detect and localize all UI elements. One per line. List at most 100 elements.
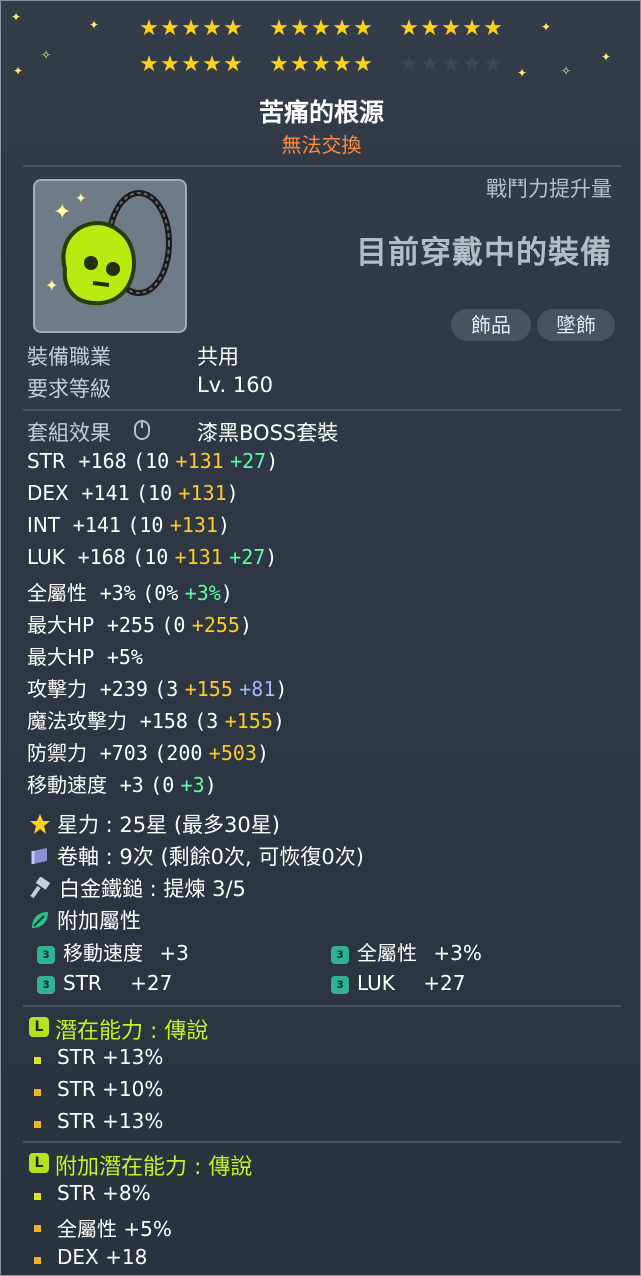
stat-name: 防禦力 (27, 741, 87, 765)
stat-line: 全屬性 +3% (0% +3%) (27, 577, 233, 606)
stat-bonus-flame: +81 (239, 677, 276, 701)
stat-base: (10 (136, 481, 173, 505)
stat-line: 最大HP +255 (0 +255) (27, 609, 252, 638)
stat-bonus-upgrade: +503 (208, 741, 257, 765)
legendary-badge-icon: L (29, 1153, 49, 1173)
stat-name: LUK (27, 545, 65, 569)
stat-line: STR +168 (10 +131 +27) (27, 449, 278, 473)
hammer-icon (30, 877, 51, 899)
star-row-1: ★ ★ ★ ★ ★ ★ ★ ★ ★ ★ ★ ★ ★ ★ ★ (1, 16, 640, 47)
job-label: 裝備職業 (27, 345, 111, 369)
star-empty-icon: ★ (483, 52, 503, 77)
divider (23, 1141, 621, 1143)
stat-total: +239 (99, 677, 148, 701)
divider (23, 1005, 621, 1007)
stat-base: (10 (133, 449, 170, 473)
tier-badge-icon: ɜ (331, 945, 349, 964)
stat-base: (3 (154, 677, 179, 701)
equipped-label: 目前穿戴中的裝備 (356, 235, 612, 271)
bullet-icon (34, 1089, 41, 1096)
stat-bonus-flame: +3% (184, 581, 221, 605)
item-tooltip: ✦ ✦ ✧ ✦ ✦ ✦ ✧ ✦ ★ ★ ★ ★ ★ ★ ★ ★ ★ ★ ★ ★ ★ ★ ★ ★ ★ ★ ★ ★ ★ ★ ★… (0, 0, 641, 1276)
legendary-badge-icon: L (29, 1017, 49, 1037)
stat-close: ) (239, 613, 253, 637)
stat-base: (0% (142, 581, 179, 605)
stat-total: +703 (99, 741, 148, 765)
star-filled-icon: ★ (223, 16, 243, 41)
stat-name: 移動速度 (27, 773, 107, 797)
stat-name: 全屬性 (27, 581, 87, 605)
starforce-info: 星力 : 25星 (最多30星) (57, 813, 280, 837)
stat-line: DEX +141 (10 +131) (27, 481, 239, 505)
star-filled-icon: ★ (353, 52, 373, 77)
subcategory-tag: 墜飾 (537, 309, 615, 341)
starforce-display: ✦ ✦ ✧ ✦ ✦ ✦ ✧ ✦ ★ ★ ★ ★ ★ ★ ★ ★ ★ ★ ★ ★ ★ ★ ★ ★ ★ ★ ★ ★ ★ ★ ★… (1, 1, 640, 91)
potential-line: STR +8% (57, 1181, 151, 1205)
stat-total: +3% (99, 581, 136, 605)
tier-badge-icon: ɜ (37, 975, 55, 994)
stat-bonus-flame: +27 (229, 545, 266, 569)
stat-line: 最大HP +5% (27, 641, 143, 670)
potential-line: DEX +18 (57, 1245, 148, 1269)
mouse-icon (134, 420, 150, 440)
star-filled-icon: ★ (483, 16, 503, 41)
stat-line: 魔法攻擊力 +158 (3 +155) (27, 705, 285, 734)
stat-close: ) (256, 741, 269, 765)
stat-bonus-upgrade: +131 (169, 513, 218, 537)
potential-line: 全屬性 +5% (57, 1217, 172, 1241)
stat-close: ) (204, 773, 217, 797)
potential-title: 潛在能力 : 傳說 (55, 1019, 209, 1044)
stat-total: +168 (78, 449, 127, 473)
tier-badge-icon: ɜ (331, 975, 349, 994)
stat-total: +168 (77, 545, 126, 569)
star-icon (30, 814, 50, 834)
stat-close: ) (226, 481, 239, 505)
combat-power-label: 戰鬥力提升量 (486, 177, 612, 201)
flame-stat: ɜ STR +27 (37, 971, 172, 995)
bullet-icon (34, 1193, 41, 1200)
stat-close: ) (272, 709, 285, 733)
stat-total: +158 (139, 709, 188, 733)
stat-name: 最大HP (27, 645, 95, 669)
level-value: Lv. 160 (197, 373, 273, 397)
bullet-icon (34, 1057, 41, 1064)
stat-total: +5% (106, 645, 143, 669)
stat-line: 攻擊力 +239 (3 +155 +81) (27, 673, 287, 702)
stat-bonus-flame: +27 (230, 449, 267, 473)
stat-line: 防禦力 +703 (200 +503) (27, 737, 269, 766)
flame-stat: ɜ LUK +27 (331, 971, 465, 995)
stat-total: +141 (72, 513, 121, 537)
stat-base: (0 (161, 613, 186, 637)
divider (23, 165, 621, 167)
stat-line: LUK +168 (10 +131 +27) (27, 545, 277, 569)
stat-close: ) (275, 677, 288, 701)
stat-bonus-upgrade: +131 (175, 449, 224, 473)
stat-bonus-upgrade: +131 (178, 481, 227, 505)
potential-line: STR +13% (57, 1109, 164, 1133)
stat-name: STR (27, 449, 66, 473)
stat-bonus-flame: +3 (180, 773, 205, 797)
stat-name: DEX (27, 481, 69, 505)
stat-line: 移動速度 +3 (0 +3) (27, 769, 217, 798)
stat-base: (200 (154, 741, 203, 765)
stat-base: (10 (132, 545, 169, 569)
stat-close: ) (266, 449, 279, 473)
bullet-icon (34, 1121, 41, 1128)
flame-stat: ɜ 移動速度 +3 (37, 937, 189, 966)
divider (23, 409, 621, 411)
stat-total: +3 (119, 773, 144, 797)
scroll-info: 卷軸 : 9次 (剩餘0次, 可恢復0次) (57, 845, 364, 869)
star-filled-icon: ★ (223, 52, 243, 77)
set-effect-value: 漆黑BOSS套裝 (197, 421, 339, 445)
stat-close: ) (220, 581, 233, 605)
stat-base: (0 (150, 773, 175, 797)
hammer-info: 白金鐵鎚 : 提煉 3/5 (59, 877, 246, 901)
stat-total: +255 (106, 613, 155, 637)
set-effect-label: 套組效果 (27, 421, 111, 445)
stat-base: (3 (194, 709, 219, 733)
stat-bonus-upgrade: +131 (174, 545, 223, 569)
stat-line: INT +141 (10 +131) (27, 513, 230, 537)
stat-bonus-upgrade: +155 (224, 709, 273, 733)
potential-line: STR +13% (57, 1045, 164, 1069)
stat-bonus-upgrade: +155 (184, 677, 233, 701)
